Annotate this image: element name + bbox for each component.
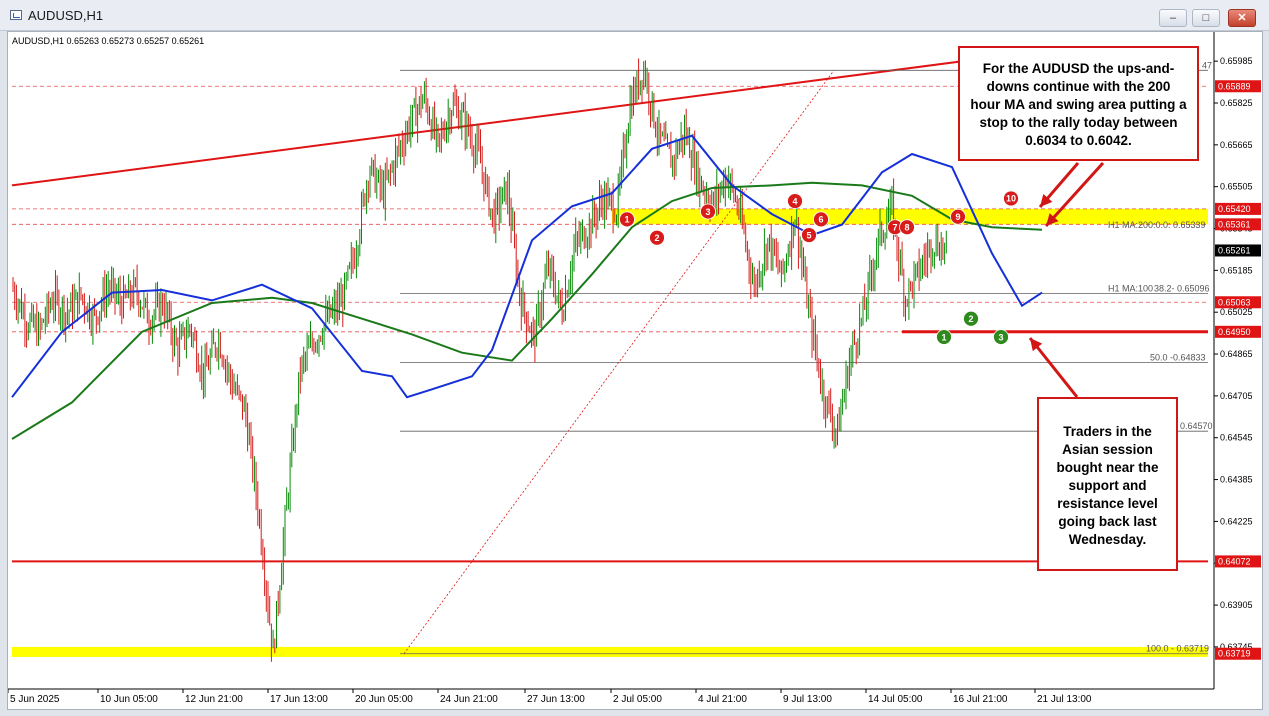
- x-tick-label: 27 Jun 13:00: [527, 694, 585, 705]
- red-marker-10-label: 10: [1006, 194, 1016, 204]
- red-marker-5-label: 5: [806, 230, 811, 240]
- x-tick-label: 4 Jul 21:00: [698, 694, 747, 705]
- green-marker-1-label: 1: [941, 332, 946, 342]
- y-tick-label: 0.65985: [1220, 56, 1253, 66]
- y-tick-label: 0.64225: [1220, 516, 1253, 526]
- y-tick-label: 0.65505: [1220, 182, 1253, 192]
- chart-window-icon: [10, 10, 22, 20]
- price-tag-label: 0.65063: [1218, 297, 1251, 307]
- window-titlebar: AUDUSD,H1 – □ ✕: [0, 0, 1269, 31]
- red-marker-6-label: 6: [818, 215, 823, 225]
- price-tag-label: 0.63719: [1218, 649, 1251, 659]
- price-tag-label: 0.65889: [1218, 81, 1251, 91]
- price-tag-label: 0.65361: [1218, 219, 1251, 229]
- green-marker-3-label: 3: [998, 332, 1003, 342]
- callout-top: For the AUDUSD the ups-and-downs continu…: [958, 46, 1199, 161]
- fib-top-annotation: 47: [1202, 60, 1212, 70]
- red-marker-2-label: 2: [654, 233, 659, 243]
- x-tick-label: 16 Jul 21:00: [953, 694, 1008, 705]
- red-marker-4-label: 4: [792, 196, 797, 206]
- x-tick-label: 5 Jun 2025: [10, 694, 60, 705]
- price-tag-label: 0.65420: [1218, 204, 1251, 214]
- symbol-ohlc-info: AUDUSD,H1 0.65263 0.65273 0.65257 0.6526…: [12, 36, 204, 46]
- y-tick-label: 0.65185: [1220, 265, 1253, 275]
- ma100-annotation: H1 MA:100: [1108, 284, 1153, 294]
- price-tag-label: 0.64950: [1218, 327, 1251, 337]
- x-tick-label: 12 Jun 21:00: [185, 694, 243, 705]
- green-marker-2-label: 2: [968, 314, 973, 324]
- y-tick-label: 0.65665: [1220, 140, 1253, 150]
- fib-low-annotation: 0.64570: [1180, 421, 1213, 431]
- minimize-button[interactable]: –: [1159, 9, 1187, 27]
- window-title: AUDUSD,H1: [28, 8, 104, 23]
- maximize-button[interactable]: □: [1192, 9, 1220, 27]
- x-tick-label: 9 Jul 13:00: [783, 694, 832, 705]
- x-tick-label: 20 Jun 05:00: [355, 694, 413, 705]
- red-marker-1-label: 1: [624, 215, 629, 225]
- callout-bottom: Traders in the Asian session bought near…: [1037, 397, 1178, 571]
- fib-100-annotation: 100.0 - 0.63719: [1146, 644, 1209, 654]
- red-marker-3-label: 3: [705, 207, 710, 217]
- price-tag-label: 0.65261: [1218, 245, 1251, 255]
- red-marker-7-label: 7: [892, 223, 897, 233]
- price-tag-label: 0.64072: [1218, 556, 1251, 566]
- y-tick-label: 0.63905: [1220, 600, 1253, 610]
- trendline: [11, 52, 1024, 187]
- x-tick-label: 2 Jul 05:00: [613, 694, 662, 705]
- y-tick-label: 0.64865: [1220, 349, 1253, 359]
- red-marker-9-label: 9: [955, 212, 960, 222]
- x-tick-label: 14 Jul 05:00: [868, 694, 923, 705]
- close-button[interactable]: ✕: [1228, 9, 1256, 27]
- x-tick-label: 24 Jun 21:00: [440, 694, 498, 705]
- ma-100-line: [11, 134, 1043, 399]
- x-tick-label: 10 Jun 05:00: [100, 694, 158, 705]
- x-tick-label: 21 Jul 13:00: [1037, 694, 1092, 705]
- x-tick-label: 17 Jun 13:00: [270, 694, 328, 705]
- ma200-annotation: H1 MA:200:0.0: 0.65339: [1108, 220, 1206, 230]
- red-marker-8-label: 8: [904, 223, 909, 233]
- fib-50-annotation: 50.0 -0.64833: [1150, 352, 1206, 362]
- fib-382-annotation: 38.2- 0.65096: [1154, 284, 1210, 294]
- y-tick-label: 0.65025: [1220, 307, 1253, 317]
- y-tick-label: 0.64385: [1220, 475, 1253, 485]
- y-tick-label: 0.64545: [1220, 433, 1253, 443]
- y-tick-label: 0.64705: [1220, 391, 1253, 401]
- low-zone: [12, 646, 1208, 657]
- y-tick-label: 0.65825: [1220, 98, 1253, 108]
